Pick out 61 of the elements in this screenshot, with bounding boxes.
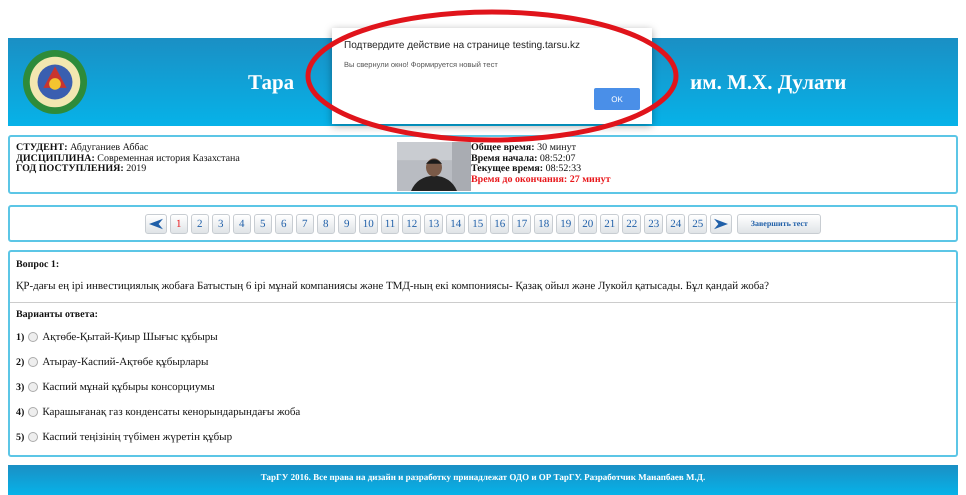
question-number-button[interactable]: 5 [254,214,272,234]
answer-text: Атырау-Каспий-Ақтөбе құбырлары [42,356,208,368]
student-field: СТУДЕНТ: Абдуганиев Аббас [16,143,397,154]
answer-number: 3) [16,382,24,392]
question-number-button[interactable]: 7 [296,214,314,234]
student-field: ГОД ПОСТУПЛЕНИЯ: 2019 [16,164,397,174]
answer-number: 5) [16,432,24,442]
question-text: ҚР-дағы ең ірі инвестициялық жобаға Батыстың 6 ірі мұнай компаниясы және ТМД-ның екі компониясы- Қазақ ойыл және Лукойл қатысады. Бұл қандай жоба? [16,280,770,292]
time-field: Время до окончания: 27 минут [471,174,610,185]
dialog-title: Подтвердите действие на странице testing.tarsu.kz [344,40,581,51]
question-number-button[interactable]: 4 [232,214,251,234]
student-field: ДИСЦИПЛИНА: Современная история Казахстана [16,154,397,164]
question-number-button[interactable]: 20 [578,214,598,234]
answer-radio[interactable] [28,407,38,417]
time-field: Текущее время: 08:52:33 [471,164,610,174]
ok-button[interactable]: OK [594,88,640,110]
site-title: им. М.Х. Дулати [690,70,846,94]
answer-radio[interactable] [28,432,38,442]
finish-test-button[interactable]: Завершить тест [737,214,822,234]
question-number-button[interactable]: 18 [534,214,554,234]
question-number-button[interactable]: 8 [316,214,335,234]
question-number-button[interactable]: 10 [358,214,378,234]
site-title: Тара [248,70,294,94]
answer-radio[interactable] [28,382,38,392]
answer-radio[interactable] [28,357,38,367]
emblem-icon [22,49,88,115]
answer-radio[interactable] [28,332,38,342]
right-arrow-icon [714,218,728,230]
question-number-button[interactable]: 23 [644,214,664,234]
answer-number: 1) [16,332,24,342]
next-button[interactable] [710,214,732,234]
answer-number: 4) [16,406,24,418]
question-number-button[interactable]: 22 [622,214,642,234]
previous-button[interactable] [144,214,167,234]
question-number-button[interactable]: 14 [446,214,466,234]
question-number-button[interactable]: 1 [170,214,188,234]
question-number-button[interactable]: 17 [512,214,532,234]
question-number-button[interactable]: 16 [490,214,510,234]
answer-number: 2) [16,356,24,368]
question-number-button[interactable]: 11 [380,214,400,234]
answer-text: Ақтөбе-Қытай-Қиыр Шығыс құбыры [42,331,218,343]
question-number-button[interactable]: 12 [402,214,422,234]
question-number-button[interactable]: 6 [274,214,293,234]
left-arrow-icon [148,218,163,230]
question-title: Вопрос 1: [16,259,60,270]
question-number-button[interactable]: 19 [556,214,576,234]
question-number-button[interactable]: 21 [600,214,620,234]
answer-text: Каспий теңізінің түбімен жүретін құбыр [42,431,232,443]
question-number-button[interactable]: 9 [338,214,356,234]
question-number-button[interactable]: 24 [666,214,686,234]
answer-text: Карашығанақ газ конденсаты кенорындарындағы жоба [42,406,300,418]
question-number-button[interactable]: 25 [688,214,708,234]
time-field: Время начала: 08:52:07 [471,154,610,164]
time-field: Общее время: 30 минут [471,143,610,154]
question-number-button[interactable]: 15 [468,214,488,234]
question-number-button[interactable]: 13 [424,214,444,234]
question-number-button[interactable]: 2 [190,214,209,234]
copyright-text: ТарГУ 2016. Все права на дизайн и разработку принадлежат ОДО и ОР ТарГУ. Разработчик Манапбаев М.Д. [260,472,706,484]
question-number-button[interactable]: 3 [212,214,230,234]
answer-text: Каспий мұнай құбыры консорциумы [42,381,215,393]
answers-heading: Варианты ответа: [16,309,99,320]
